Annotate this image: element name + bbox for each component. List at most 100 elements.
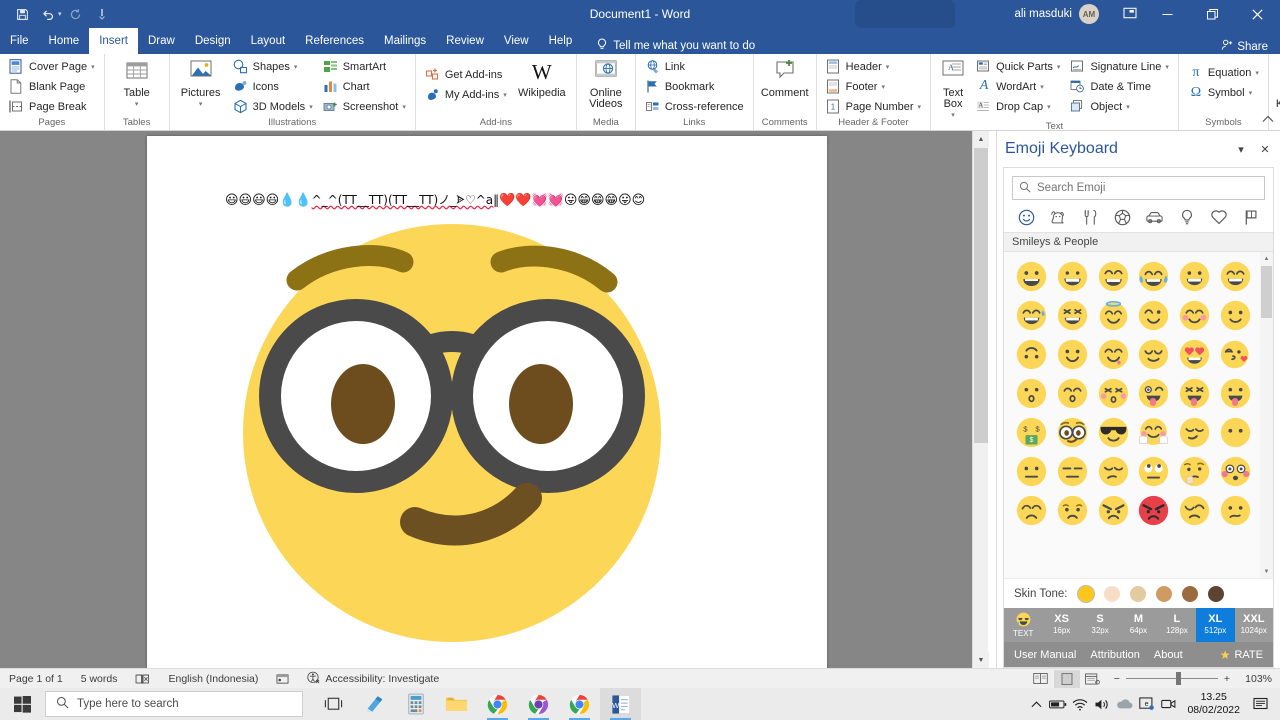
smartart-button[interactable]: SmartArt <box>319 57 410 77</box>
emoji-grinning-face-big-eyes[interactable] <box>1012 258 1051 294</box>
emoji-smirking-face[interactable] <box>1175 414 1214 450</box>
emoji-smiling-face-open-mouth[interactable] <box>1216 258 1255 294</box>
page-indicator[interactable]: Page 1 of 1 <box>0 673 72 685</box>
emoji-smiling-face-with-heart-eyes[interactable] <box>1175 336 1214 372</box>
about-link[interactable]: About <box>1154 649 1183 661</box>
quick-parts-button[interactable]: Quick Parts ▾ <box>972 57 1064 77</box>
camera-icon[interactable] <box>1157 688 1179 720</box>
chevron-down-icon[interactable]: ▾ <box>503 91 507 99</box>
clock[interactable]: 13.25 08/02/2022 <box>1179 691 1248 717</box>
emoji-kissing-face-smiling-eyes[interactable] <box>1053 375 1092 411</box>
chevron-down-icon[interactable]: ▾ <box>294 63 298 71</box>
size-option-s[interactable]: S 32px <box>1081 608 1119 642</box>
emoji-grinning-face-with-sweat[interactable] <box>1012 297 1051 333</box>
macro-recording-icon[interactable] <box>267 673 298 685</box>
spelling-grammar-icon[interactable] <box>126 673 159 685</box>
zoom-out-button[interactable]: − <box>1114 673 1120 685</box>
emoji-scroll-up-icon[interactable]: ▲ <box>1260 252 1273 265</box>
emoji-smiling-face-with-halo[interactable] <box>1094 297 1133 333</box>
page-number-button[interactable]: 1 Page Number ▾ <box>822 97 925 117</box>
chevron-down-icon[interactable]: ▾ <box>135 99 139 110</box>
category-objects-icon[interactable] <box>1175 206 1199 228</box>
drop-cap-button[interactable]: A Drop Cap ▾ <box>972 97 1064 117</box>
battery-icon[interactable] <box>1047 688 1069 720</box>
volume-icon[interactable] <box>1091 688 1113 720</box>
size-option-xl[interactable]: XL 512px <box>1196 608 1235 642</box>
skin-tone-swatch-dark[interactable] <box>1207 585 1224 602</box>
notifications-icon[interactable] <box>1248 688 1274 720</box>
skin-tone-swatch-medium-dark[interactable] <box>1181 585 1198 602</box>
size-option-l[interactable]: L 128px <box>1158 608 1196 642</box>
emoji-thinking-face[interactable] <box>1175 453 1214 489</box>
attribution-link[interactable]: Attribution <box>1090 649 1140 661</box>
chevron-down-icon[interactable]: ▾ <box>951 110 955 121</box>
emoji-scroll-down-icon[interactable]: ▼ <box>1260 565 1273 578</box>
chrome-window-3-icon[interactable] <box>559 688 600 720</box>
emoji-squinting-face-with-tongue[interactable] <box>1175 375 1214 411</box>
read-mode-view-button[interactable] <box>1028 670 1054 688</box>
zoom-slider[interactable]: − + <box>1114 672 1230 685</box>
tab-insert[interactable]: Insert <box>89 28 138 54</box>
share-button[interactable]: Share <box>1221 39 1268 54</box>
chevron-down-icon[interactable]: ▾ <box>1255 69 1259 77</box>
tab-references[interactable]: References <box>295 28 374 54</box>
emoji-worried-face[interactable] <box>1053 492 1092 528</box>
chevron-down-icon[interactable]: ▾ <box>886 63 890 71</box>
emoji-smiling-face-with-blush[interactable] <box>1175 297 1214 333</box>
word-count[interactable]: 5 words <box>72 673 127 685</box>
redo-icon[interactable] <box>64 3 88 25</box>
accessibility-status[interactable]: Accessibility: Investigate <box>298 671 448 687</box>
search-box[interactable] <box>1012 176 1265 200</box>
category-smileys-people-icon[interactable] <box>1014 206 1038 228</box>
category-animals-nature-icon[interactable] <box>1046 206 1070 228</box>
tab-mailings[interactable]: Mailings <box>374 28 436 54</box>
emoji-angry-face[interactable] <box>1094 492 1133 528</box>
emoji-grinning-face-smiling-eyes[interactable] <box>1175 258 1214 294</box>
shapes-button[interactable]: Shapes ▾ <box>229 57 317 77</box>
tab-view[interactable]: View <box>494 28 539 54</box>
emoji-face-without-mouth[interactable] <box>1216 414 1255 450</box>
emoji-keyboard-button[interactable]: Emoji Keyboard <box>1274 57 1280 110</box>
online-videos-button[interactable]: Online Videos <box>582 57 630 110</box>
show-hidden-icons-icon[interactable] <box>1025 688 1047 720</box>
screenshot-button[interactable]: Screenshot ▾ <box>319 97 410 117</box>
emoji-scrollbar-thumb[interactable] <box>1261 266 1272 318</box>
emoji-smiling-face[interactable] <box>1053 336 1092 372</box>
object-button[interactable]: Object ▾ <box>1066 97 1172 117</box>
document-scrollbar[interactable]: ▲ ▼ <box>972 131 989 668</box>
emoji-squinting-face-with-tongue-closed[interactable] <box>1053 297 1092 333</box>
language-indicator[interactable]: English (Indonesia) <box>159 673 267 685</box>
emoji-hugging-face[interactable] <box>1134 414 1173 450</box>
get-add-ins-button[interactable]: Get Add-ins <box>421 65 511 85</box>
emoji-grid-scrollbar[interactable]: ▲ ▼ <box>1260 252 1273 578</box>
tab-design[interactable]: Design <box>185 28 241 54</box>
emoji-flushed-face[interactable] <box>1216 453 1255 489</box>
3d-models-button[interactable]: 3D Models ▾ <box>229 97 317 117</box>
emoji-kissing-face[interactable] <box>1012 375 1051 411</box>
emoji-face-with-tears-of-joy[interactable] <box>1134 258 1173 294</box>
emoji-smiling-face-with-sunglasses[interactable] <box>1094 414 1133 450</box>
tab-home[interactable]: Home <box>39 28 90 54</box>
undo-dropdown-caret[interactable]: ▾ <box>58 10 62 18</box>
restore-button[interactable] <box>1190 0 1235 28</box>
document-page[interactable]: 😃😃😃😃💧💧^_^(TT__TT)(TT__TT)ノ_ᗎ♡^a‖❤️❤️💓💓😛😁… <box>147 136 827 668</box>
scroll-up-icon[interactable]: ▲ <box>973 131 989 147</box>
chevron-down-icon[interactable]: ▾ <box>1165 63 1169 71</box>
chart-button[interactable]: Chart <box>319 77 410 97</box>
skin-tone-swatch-default[interactable] <box>1077 585 1094 602</box>
app-notepad-icon[interactable] <box>354 688 395 720</box>
size-option-xxl[interactable]: XXL 1024px <box>1235 608 1273 642</box>
emoji-upside-down-face[interactable] <box>1012 336 1051 372</box>
size-option-xs[interactable]: XS 16px <box>1042 608 1080 642</box>
chevron-down-icon[interactable]: ▾ <box>309 103 313 111</box>
wikipedia-button[interactable]: W Wikipedia <box>513 57 571 99</box>
pane-close-icon[interactable]: ✕ <box>1258 143 1272 156</box>
chevron-down-icon[interactable]: ▾ <box>918 103 922 111</box>
rate-button[interactable]: ★ RATE <box>1220 648 1263 662</box>
chevron-down-icon[interactable]: ▾ <box>199 99 203 110</box>
scroll-down-icon[interactable]: ▼ <box>973 652 989 668</box>
file-explorer-icon[interactable] <box>436 688 477 720</box>
customize-quick-access-toolbar-icon[interactable] <box>90 3 114 25</box>
tab-review[interactable]: Review <box>436 28 494 54</box>
chevron-down-icon[interactable]: ▾ <box>881 83 885 91</box>
